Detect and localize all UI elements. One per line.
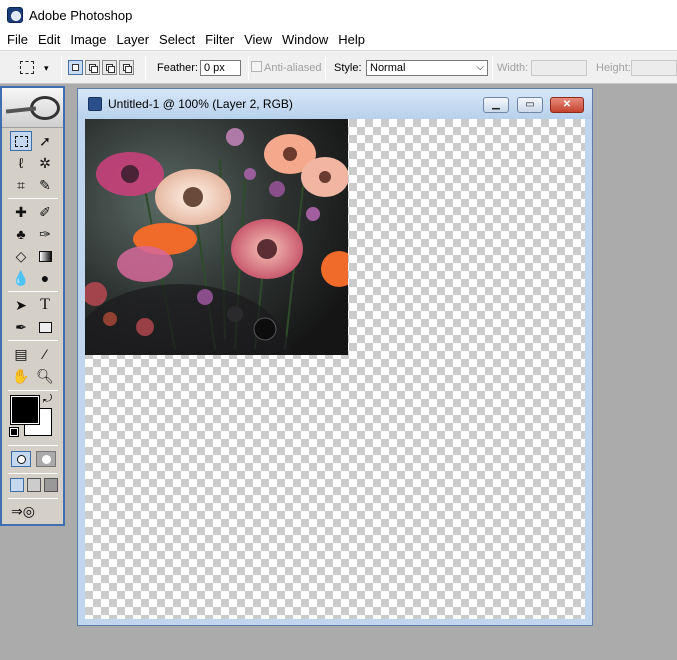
style-select[interactable]: Normal ⌵: [366, 60, 488, 76]
close-button[interactable]: ✕: [550, 97, 584, 113]
pen-icon[interactable]: ✒: [10, 317, 32, 337]
slice-icon[interactable]: ✎: [34, 175, 56, 195]
gradient-icon[interactable]: [34, 246, 56, 266]
foreground-color-swatch[interactable]: [10, 395, 40, 425]
document-title: Untitled-1 @ 100% (Layer 2, RGB): [108, 97, 293, 111]
blur-icon[interactable]: 💧: [10, 268, 32, 288]
type-icon[interactable]: T: [34, 295, 56, 315]
menu-view[interactable]: View: [239, 30, 277, 50]
history-brush-icon[interactable]: ✑: [34, 224, 56, 244]
style-select-value: Normal: [370, 62, 406, 74]
menu-layer[interactable]: Layer: [112, 30, 155, 50]
move-icon[interactable]: ➚: [34, 131, 56, 151]
menu-bar: File Edit Image Layer Select Filter View…: [0, 30, 677, 50]
menu-file[interactable]: File: [2, 30, 33, 50]
zoom-icon[interactable]: 🔍︎: [34, 366, 56, 386]
new-selection-button[interactable]: [68, 60, 83, 75]
menu-window[interactable]: Window: [277, 30, 333, 50]
intersect-selection-button[interactable]: [119, 60, 134, 75]
standard-screen-mode-button[interactable]: [10, 478, 24, 492]
hand-icon[interactable]: ✋: [10, 366, 32, 386]
marquee-preset-icon: [20, 61, 34, 74]
title-bar: Adobe Photoshop: [0, 0, 677, 30]
photoshop-document-icon: [88, 97, 102, 111]
quick-mask-mode-button[interactable]: [36, 451, 56, 467]
chevron-down-icon: ⌵: [476, 62, 484, 73]
menu-select[interactable]: Select: [154, 30, 200, 50]
clone-stamp-icon[interactable]: ♣: [10, 224, 32, 244]
maximize-button[interactable]: ▭: [517, 97, 543, 113]
chevron-down-icon: ▾: [44, 63, 49, 73]
minimize-button[interactable]: ▁: [483, 97, 509, 113]
notes-icon[interactable]: ▤: [10, 344, 32, 364]
magic-wand-icon[interactable]: ✲: [34, 153, 56, 173]
menu-edit[interactable]: Edit: [33, 30, 65, 50]
document-title-bar[interactable]: Untitled-1 @ 100% (Layer 2, RGB): [78, 89, 592, 119]
jump-to-imageready-icon[interactable]: ⇒◎: [11, 503, 55, 519]
tool-preset-picker[interactable]: ▾: [18, 59, 56, 77]
default-colors-icon[interactable]: [9, 427, 19, 437]
menu-image[interactable]: Image: [65, 30, 111, 50]
app-title: Adobe Photoshop: [29, 7, 133, 23]
height-input[interactable]: [631, 60, 677, 76]
healing-brush-icon[interactable]: ✚: [10, 202, 32, 222]
document-window: Untitled-1 @ 100% (Layer 2, RGB) ▁ ▭ ✕: [77, 88, 593, 626]
add-to-selection-button[interactable]: [85, 60, 100, 75]
photoshop-app-icon: [7, 7, 23, 23]
subtract-from-selection-button[interactable]: [102, 60, 117, 75]
anti-aliased-label: Anti-aliased: [264, 62, 322, 74]
toolbox-header[interactable]: [2, 88, 63, 128]
feather-label: Feather:: [157, 62, 198, 74]
full-screen-mode-button[interactable]: [44, 478, 58, 492]
flower-photo-layer[interactable]: [85, 119, 348, 355]
toolbox: ➚ ℓ ✲ ⌗ ✎ ✚ ✐ ♣ ✑ ◇ 💧 ● ➤ T ✒ ▤ ⁄ ✋ 🔍︎ ⤾…: [0, 86, 65, 526]
style-label: Style:: [334, 62, 362, 74]
standard-mode-button[interactable]: [11, 451, 31, 467]
options-bar: ▾ Feather: 0 px Anti-aliased Style: Norm…: [0, 50, 677, 84]
eraser-icon[interactable]: ◇: [10, 246, 32, 266]
path-selection-icon[interactable]: ➤: [10, 295, 32, 315]
width-input[interactable]: [531, 60, 587, 76]
menu-filter[interactable]: Filter: [200, 30, 239, 50]
menu-help[interactable]: Help: [333, 30, 370, 50]
height-label: Height:: [596, 62, 631, 74]
feather-input[interactable]: 0 px: [200, 60, 241, 76]
eyedropper-icon[interactable]: ⁄: [34, 344, 56, 364]
shape-icon[interactable]: [34, 317, 56, 337]
document-canvas[interactable]: [85, 119, 585, 619]
lasso-icon[interactable]: ℓ: [10, 153, 32, 173]
dodge-icon[interactable]: ●: [34, 268, 56, 288]
swap-colors-icon[interactable]: ⤾: [43, 393, 52, 406]
crop-icon[interactable]: ⌗: [10, 175, 32, 195]
brush-icon[interactable]: ✐: [34, 202, 56, 222]
full-screen-menu-mode-button[interactable]: [27, 478, 41, 492]
marquee-icon[interactable]: [10, 131, 32, 151]
width-label: Width:: [497, 62, 529, 74]
anti-aliased-checkbox[interactable]: [251, 61, 262, 72]
